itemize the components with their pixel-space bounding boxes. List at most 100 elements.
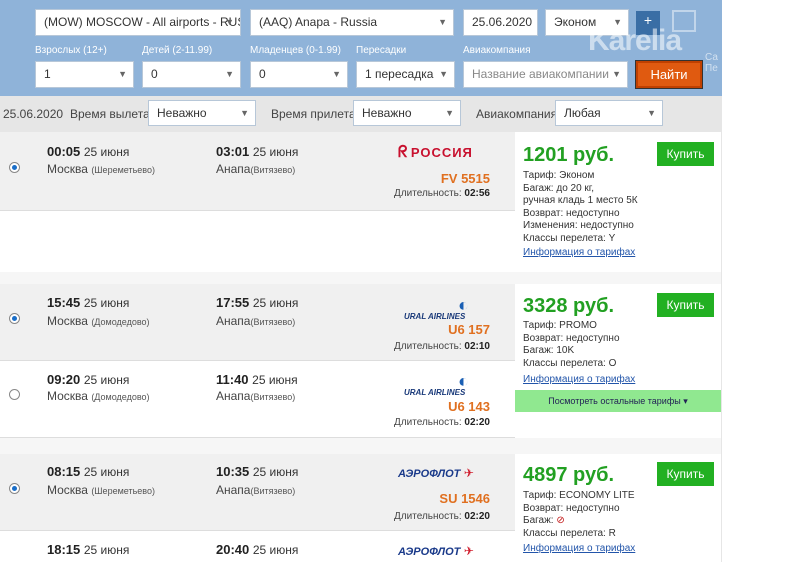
flight-radio[interactable]	[9, 483, 20, 494]
destination-value: (AAQ) Anapa - Russia	[259, 15, 378, 29]
date-value: 25.06.2020	[472, 15, 533, 29]
flight-duration: Длительность: 02:10	[394, 341, 490, 352]
date-input[interactable]: 25.06.2020	[463, 9, 538, 36]
flight-number: U6 157	[448, 322, 490, 337]
flight-row[interactable]: 08:15 25 июня Москва (Шереметьево) 10:35…	[0, 454, 515, 530]
airline-filter-select[interactable]: Любая ▼	[555, 100, 663, 126]
children-value: 0	[151, 67, 158, 81]
origin-value: (MOW) MOSCOW - All airports - RUS	[44, 15, 241, 29]
flight-row[interactable]: 09:20 25 июня Москва (Домодедово) 11:40 …	[0, 361, 515, 437]
departure-city: Москва (Шереметьево)	[47, 483, 155, 497]
more-tariffs-label: Посмотреть остальные тарифы	[548, 396, 681, 406]
airline-input[interactable]: Название авиакомпании ▼	[463, 61, 628, 88]
transfers-value: 1 пересадка	[365, 67, 434, 81]
arrival-time-value: Неважно	[362, 106, 412, 120]
flight-duration: Длительность: 02:56	[394, 188, 490, 199]
departure-time-value: Неважно	[157, 106, 207, 120]
no-baggage-icon: ⊘	[556, 515, 565, 526]
fare-info: Тариф: Эконом Багаж: до 20 кг, ручная кл…	[523, 170, 638, 244]
chevron-down-icon: ▼	[225, 17, 234, 27]
watermark-logo: Karelia	[588, 24, 682, 57]
airline-label: Авиакомпания	[463, 45, 531, 56]
children-label: Детей (2-11.99)	[142, 45, 213, 56]
children-select[interactable]: 0 ▼	[142, 61, 241, 88]
search-panel: (MOW) MOSCOW - All airports - RUS ▼ (AAQ…	[0, 0, 722, 96]
flight-number: U6 143	[448, 399, 490, 414]
transfers-label: Пересадки	[356, 45, 407, 56]
aeroflot-logo: АЭРОФЛОТ ✈	[398, 466, 474, 480]
offer-panel: 4897 руб. Купить Тариф: ECONOMY LITE Воз…	[515, 454, 721, 562]
airline-placeholder: Название авиакомпании	[472, 67, 609, 81]
caret-down-icon: ▾	[683, 396, 688, 406]
adults-label: Взрослых (12+)	[35, 45, 107, 56]
arrival-city: Анапа(Витязево)	[216, 314, 296, 328]
chevron-down-icon: ▼	[438, 17, 447, 27]
infants-select[interactable]: 0 ▼	[250, 61, 348, 88]
airline-filter-label: Авиакомпания	[476, 107, 558, 121]
flight-number: FV 5515	[440, 171, 490, 186]
group-gap	[0, 438, 722, 454]
rossiya-wing-icon: ᖇ	[398, 144, 408, 161]
chevron-down-icon: ▼	[118, 69, 127, 79]
infants-value: 0	[259, 67, 266, 81]
price: 1201 руб.	[523, 144, 615, 166]
aeroflot-wings-icon: ✈	[463, 544, 474, 558]
arrival-time: 03:01 25 июня	[216, 144, 299, 159]
airline-filter-value: Любая	[564, 106, 601, 120]
destination-select[interactable]: (AAQ) Anapa - Russia ▼	[250, 9, 454, 36]
departure-time-select[interactable]: Неважно ▼	[148, 100, 256, 126]
flight-radio[interactable]	[9, 162, 20, 173]
chevron-down-icon: ▼	[439, 69, 448, 79]
tariff-info-link[interactable]: Информация о тарифах	[523, 543, 635, 554]
chevron-down-icon: ▼	[240, 108, 249, 118]
departure-time: 15:45 25 июня	[47, 295, 130, 310]
departure-time: 09:20 25 июня	[47, 372, 130, 387]
flight-radio[interactable]	[9, 313, 20, 324]
flight-row[interactable]: 18:15 25 июня 20:40 25 июня АЭРОФЛОТ ✈	[0, 531, 515, 562]
arrival-time-label: Время прилета	[271, 107, 356, 121]
origin-select[interactable]: (MOW) MOSCOW - All airports - RUS ▼	[35, 9, 241, 36]
departure-city: Москва (Домодедово)	[47, 389, 150, 403]
adults-value: 1	[44, 67, 51, 81]
buy-button[interactable]: Купить	[657, 293, 714, 317]
flight-duration: Длительность: 02:20	[394, 417, 490, 428]
price: 4897 руб.	[523, 464, 615, 486]
buy-button[interactable]: Купить	[657, 462, 714, 486]
filter-date: 25.06.2020	[3, 107, 64, 121]
chevron-down-icon: ▼	[612, 69, 621, 79]
aeroflot-wings-icon: ✈	[463, 466, 474, 480]
flight-row[interactable]: 15:45 25 июня Москва (Домодедово) 17:55 …	[0, 284, 515, 360]
arrival-time-select[interactable]: Неважно ▼	[353, 100, 461, 126]
departure-time: 08:15 25 июня	[47, 464, 130, 479]
find-button[interactable]: Найти	[636, 61, 702, 88]
chevron-down-icon: ▼	[647, 108, 656, 118]
more-tariffs-button[interactable]: Посмотреть остальные тарифы ▾	[515, 390, 721, 412]
filter-bar: 25.06.2020 Время вылета Неважно ▼ Время …	[0, 96, 722, 132]
transfers-select[interactable]: 1 пересадка ▼	[356, 61, 455, 88]
arrival-time: 10:35 25 июня	[216, 464, 299, 479]
flight-row[interactable]: 00:05 25 июня Москва (Шереметьево) 03:01…	[0, 132, 515, 210]
offer-panel: 1201 руб. Купить Тариф: Эконом Багаж: до…	[515, 132, 721, 272]
flight-duration: Длительность: 02:20	[394, 511, 490, 522]
divider	[0, 210, 515, 211]
fare-info: Тариф: ECONOMY LITE Возврат: недоступно …	[523, 490, 635, 539]
right-border	[721, 96, 722, 562]
buy-button[interactable]: Купить	[657, 142, 714, 166]
flight-radio[interactable]	[9, 389, 20, 400]
infants-label: Младенцев (0-1.99)	[250, 45, 341, 56]
arrival-time: 20:40 25 июня	[216, 542, 299, 557]
arrival-time: 11:40 25 июня	[216, 372, 298, 387]
price: 3328 руб.	[523, 295, 615, 317]
offer-panel: 3328 руб. Купить Тариф: PROMO Возврат: н…	[515, 284, 721, 390]
arrival-city: Анапа(Витязево)	[216, 389, 296, 403]
arrival-city: Анапа(Витязево)	[216, 162, 296, 176]
chevron-down-icon: ▼	[225, 69, 234, 79]
departure-time: 18:15 25 июня	[47, 542, 130, 557]
departure-time: 00:05 25 июня	[47, 144, 130, 159]
tariff-info-link[interactable]: Информация о тарифах	[523, 247, 635, 258]
tariff-info-link[interactable]: Информация о тарифах	[523, 374, 635, 385]
group-gap	[0, 272, 722, 284]
adults-select[interactable]: 1 ▼	[35, 61, 134, 88]
arrival-city: Анапа(Витязево)	[216, 483, 296, 497]
departure-time-label: Время вылета	[70, 107, 150, 121]
